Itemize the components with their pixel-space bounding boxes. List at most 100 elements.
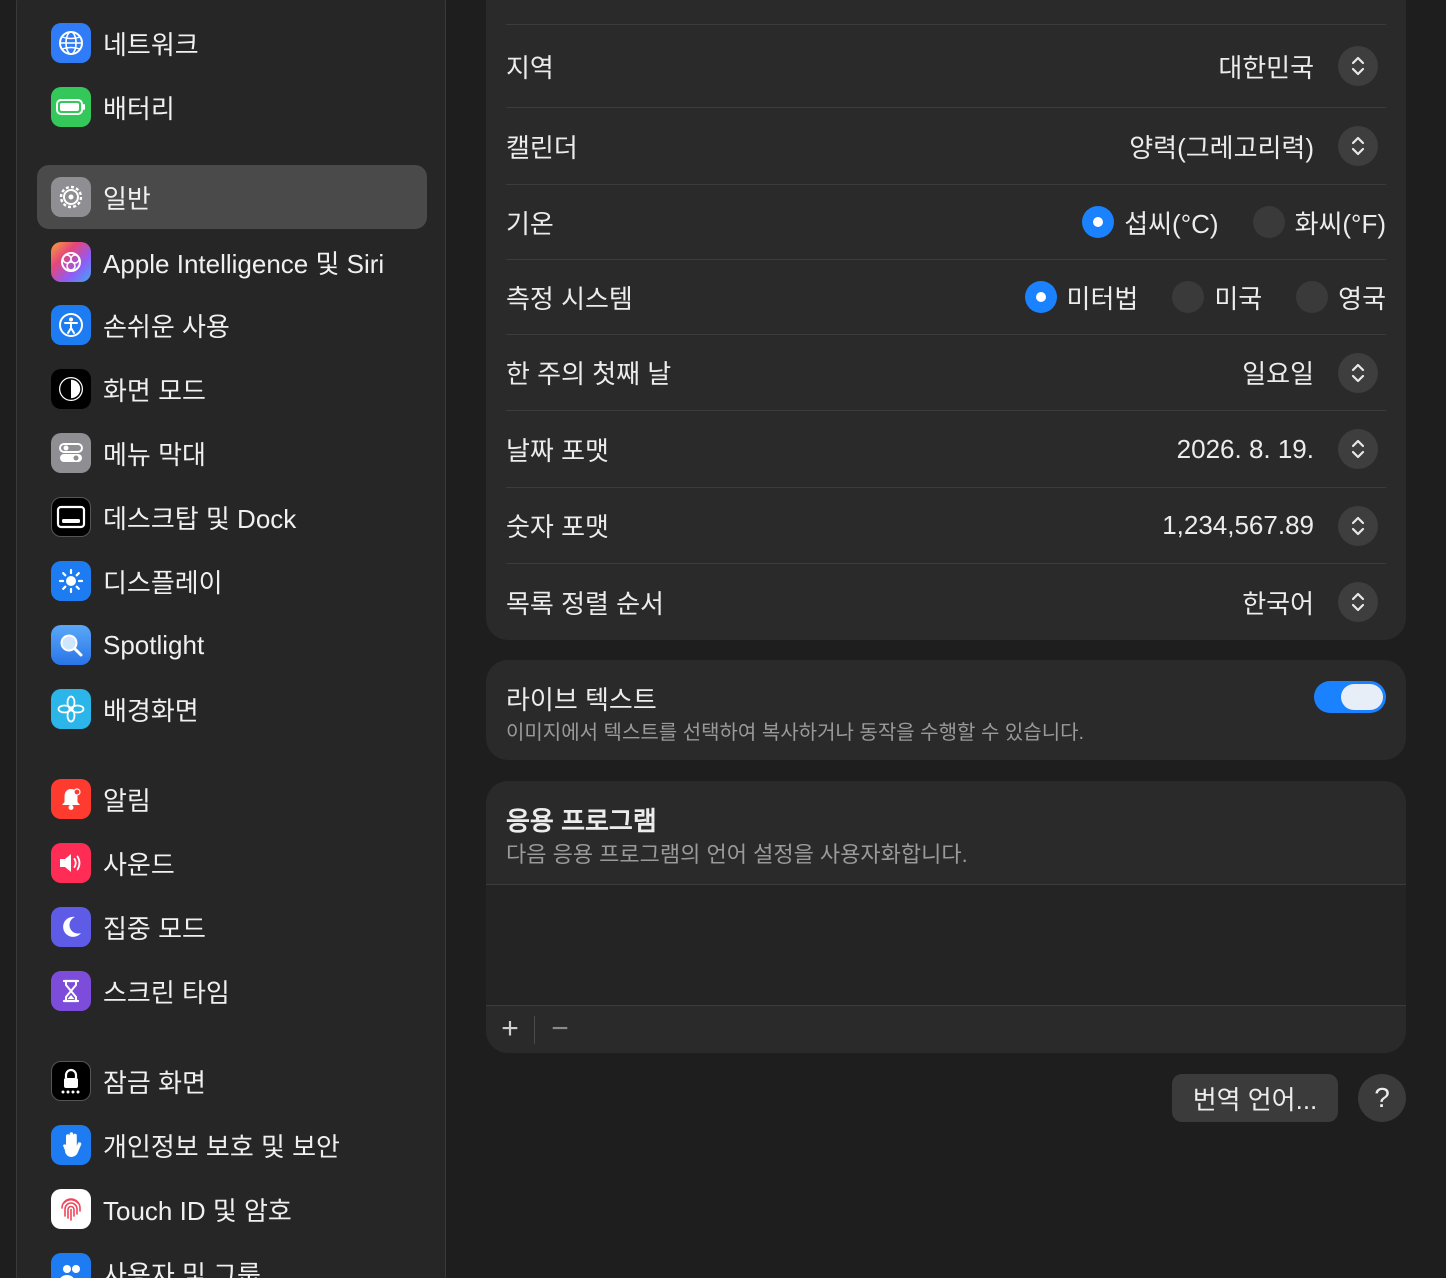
fahrenheit-radio[interactable]: 화씨(°F) [1252,204,1386,241]
applications-card: 응용 프로그램 다음 응용 프로그램의 언어 설정을 사용자화합니다. + − [486,781,1406,1053]
dock-icon [51,497,91,537]
applications-title: 응용 프로그램 [506,806,657,836]
sidebar-item-sound[interactable]: 사운드 [37,831,427,895]
measurement-row: 측정 시스템 미터법 미국 영국 [506,260,1386,335]
number-format-popup[interactable]: 1,234,567.89 [1162,505,1386,546]
appearance-icon [51,369,91,409]
sidebar-item-appearance[interactable]: 화면 모드 [37,357,427,421]
siri-icon [51,242,91,282]
sidebar-item-label: 잠금 화면 [103,1067,206,1098]
sidebar-item-accessibility[interactable]: 손쉬운 사용 [37,293,427,357]
sidebar-item-label: 화면 모드 [103,375,206,406]
region-row: 지역 대한민국 [506,25,1386,108]
metric-radio[interactable]: 미터법 [1024,279,1139,316]
chevron-updown-icon[interactable] [1338,582,1378,622]
sidebar-item-label: 개인정보 보호 및 보안 [103,1131,340,1162]
radio-selected-icon[interactable] [1082,206,1115,238]
lock-icon [51,1061,91,1101]
sidebar-item-label: 배터리 [103,93,175,124]
sidebar-item-desktop-dock[interactable]: 데스크탑 및 Dock [37,485,427,549]
temperature-radio-group: 섭씨(°C) 화씨(°F) [1048,204,1386,241]
sidebar-item-lock-screen[interactable]: 잠금 화면 [37,1049,427,1113]
sidebar-item-focus[interactable]: 집중 모드 [37,895,427,959]
divider [534,1016,535,1044]
live-text-toggle[interactable] [1314,681,1386,713]
sidebar-item-screen-time[interactable]: 스크린 타임 [37,959,427,1023]
chevron-updown-icon[interactable] [1338,429,1378,469]
live-text-title: 라이브 텍스트 [506,685,657,715]
sidebar-item-menu-bar[interactable]: 메뉴 막대 [37,421,427,485]
radio-unselected-icon[interactable] [1172,281,1205,313]
chevron-updown-icon[interactable] [1338,505,1378,546]
radio-unselected-icon[interactable] [1252,206,1285,238]
sidebar-item-notifications[interactable]: 알림 [37,767,427,831]
sidebar-item-privacy-security[interactable]: 개인정보 보호 및 보안 [37,1113,427,1177]
first-day-value: 일요일 [1242,359,1314,389]
sun-icon [51,561,91,601]
sidebar-item-label: Apple Intelligence 및 Siri [103,248,385,279]
calendar-value: 양력(그레고리력) [1129,132,1314,163]
live-text-card: 라이브 텍스트 이미지에서 텍스트를 선택하여 복사하거나 동작을 수행할 수 … [486,660,1406,760]
date-format-label: 날짜 포맷 [506,435,609,466]
sidebar-item-displays[interactable]: 디스플레이 [37,549,427,613]
number-format-value: 1,234,567.89 [1162,510,1314,540]
radio-selected-icon[interactable] [1024,281,1057,313]
date-format-popup[interactable]: 2026. 8. 19. [1177,429,1386,469]
radio-unselected-icon[interactable] [1296,281,1329,313]
celsius-radio[interactable]: 섭씨(°C) [1082,204,1219,241]
speaker-icon [51,843,91,883]
sidebar-item-wallpaper[interactable]: 배경화면 [37,677,427,741]
bell-icon [51,779,91,819]
chevron-updown-icon[interactable] [1338,352,1378,393]
sidebar-item-battery[interactable]: 배터리 [37,75,427,139]
battery-icon [51,87,91,127]
uk-radio[interactable]: 영국 [1296,279,1386,316]
metric-label: 미터법 [1066,283,1139,314]
list-toolbar: + − [486,1006,1406,1053]
sidebar-item-label: 손쉬운 사용 [103,311,230,342]
sidebar-item-general[interactable]: 일반 [37,165,427,229]
chevron-updown-icon[interactable] [1338,46,1378,86]
region-label: 지역 [506,52,554,83]
first-day-label: 한 주의 첫째 날 [506,359,672,389]
add-button[interactable]: + [498,1012,522,1046]
sidebar-item-spotlight[interactable]: Spotlight [37,613,427,677]
us-label: 미국 [1214,283,1263,314]
list-sort-popup[interactable]: 한국어 [1242,582,1386,622]
calendar-popup[interactable]: 양력(그레고리력) [1129,126,1386,166]
live-text-description: 이미지에서 텍스트를 선택하여 복사하거나 동작을 수행할 수 있습니다. [506,722,1085,744]
us-radio[interactable]: 미국 [1172,279,1262,316]
flower-icon [51,689,91,729]
uk-label: 영국 [1338,283,1386,314]
sidebar-item-apple-intelligence[interactable]: Apple Intelligence 및 Siri [37,230,427,294]
fingerprint-icon [51,1189,91,1229]
sidebar-item-label: 디스플레이 [103,567,223,598]
chevron-updown-icon[interactable] [1338,126,1378,166]
sidebar-item-label: 일반 [103,183,151,214]
measurement-label: 측정 시스템 [506,283,633,314]
sidebar-item-network[interactable]: 네트워크 [37,11,427,75]
list-sort-row: 목록 정렬 순서 한국어 [506,564,1386,640]
sidebar-item-users-groups[interactable]: 사용자 및 그룹 [37,1241,427,1278]
sidebar-item-label: 사용자 및 그룹 [103,1259,261,1278]
sidebar-item-label: 메뉴 막대 [103,439,206,470]
first-day-popup[interactable]: 일요일 [1242,352,1386,393]
region-popup[interactable]: 대한민국 [1218,46,1386,86]
translate-languages-button[interactable]: 번역 언어... [1172,1074,1338,1122]
applications-list[interactable] [486,884,1406,1006]
fahrenheit-label: 화씨(°F) [1294,208,1386,239]
remove-button[interactable]: − [548,1012,572,1046]
sidebar-item-label: Spotlight [103,629,205,660]
accessibility-icon [51,305,91,345]
gear-icon [51,177,91,217]
list-sort-label: 목록 정렬 순서 [506,588,664,619]
sidebar-item-label: Touch ID 및 암호 [103,1195,292,1226]
help-button[interactable]: ? [1358,1074,1406,1122]
applications-description: 다음 응용 프로그램의 언어 설정을 사용자화합니다. [506,842,968,867]
region-settings-card: 지역 대한민국 캘린더 양력(그레고리력) 기온 섭씨(°C) 화씨(°F) 측… [486,0,1406,640]
calendar-label: 캘린더 [506,132,578,163]
sidebar-item-touch-id[interactable]: Touch ID 및 암호 [37,1177,427,1241]
region-value: 대한민국 [1218,52,1314,83]
first-day-row: 한 주의 첫째 날 일요일 [506,335,1386,411]
sidebar-item-label: 알림 [103,785,151,816]
